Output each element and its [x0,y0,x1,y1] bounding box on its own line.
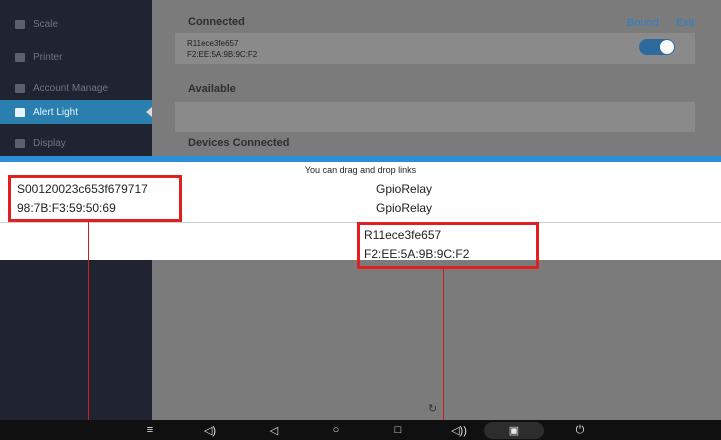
screenshot-icon: ▣ [508,425,520,437]
sidebar-item-printer[interactable]: Printer [0,45,152,69]
refresh-icon: ↻ [428,403,438,415]
sidebar-item-label: Printer [33,51,63,63]
exit-button[interactable]: Exit [676,17,694,29]
drag-drop-hint: You can drag and drop links [304,165,417,175]
left-device-highlight [8,175,182,222]
printer-icon [15,52,25,62]
devices-connected-title: Devices Connected [188,137,290,149]
connected-device-row[interactable]: R11ece3fe657 F2:EE:5A:9B:9C:F2 [175,33,695,64]
sidebar-item-label: Alert Light [33,106,79,118]
device-name: R11ece3fe657 [187,39,239,48]
account-icon [15,83,25,93]
left-link-line [88,222,89,440]
device-mac: F2:EE:5A:9B:9C:F2 [187,50,258,59]
sidebar-item-account-manage[interactable]: Account Manage [0,76,152,100]
scale-icon [15,19,25,29]
volume-up-icon[interactable]: ◁)) [446,420,472,440]
home-icon[interactable]: ○ [326,420,346,440]
relay-label-1[interactable]: GpioRelay [376,182,432,196]
connection-toggle[interactable] [639,39,675,55]
alert-light-icon [15,107,25,117]
collapse-icon[interactable]: ≡ [140,420,160,440]
available-title: Available [188,83,236,95]
available-list [175,102,695,132]
display-icon [15,138,25,148]
sidebar-item-alert-light[interactable]: Alert Light [0,100,152,124]
sidebar-item-label: Account Manage [33,82,109,94]
sidebar-item-label: Display [33,137,66,149]
recents-icon[interactable]: □ [388,420,408,440]
sidebar-item-display[interactable]: Display [0,131,152,155]
power-icon[interactable]: ⏻ [570,420,590,440]
sidebar-item-label: Scale [33,18,59,30]
screenshot-button[interactable]: ▣ [484,422,544,439]
system-navbar: ≡ ◁) ◁ ○ □ ◁)) ⏻ [0,420,721,440]
volume-down-icon[interactable]: ◁) [200,420,220,440]
sidebar-item-scale[interactable]: Scale [0,12,152,36]
relay-label-2[interactable]: GpioRelay [376,201,432,215]
right-device-highlight [357,222,539,269]
right-link-line [443,269,444,440]
bound-button[interactable]: Bound [627,17,659,29]
toggle-knob [660,40,674,54]
back-icon[interactable]: ◁ [264,420,284,440]
connected-title: Connected [188,16,245,28]
